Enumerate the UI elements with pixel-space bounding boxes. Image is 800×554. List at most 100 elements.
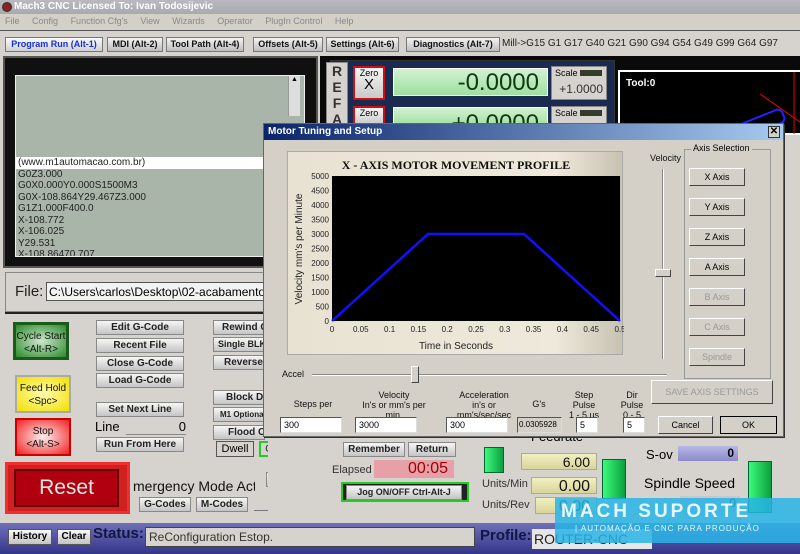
tab-program-run[interactable]: Program Run (Alt-1) [5, 37, 103, 52]
elapsed-label: Elapsed [332, 464, 372, 476]
c-axis-button[interactable]: C Axis [689, 318, 745, 336]
x-tick-label: 0.1 [384, 325, 396, 334]
ref-all-button[interactable]: REFA [326, 62, 348, 127]
scale-x-value[interactable]: +1.0000 [559, 82, 603, 96]
close-icon[interactable]: ✕ [768, 126, 780, 138]
acceleration-input[interactable]: 300 [446, 417, 508, 433]
dro-x-value[interactable]: -0.0000 [393, 68, 548, 96]
gcode-line[interactable]: G1Z1.000F400.0 [16, 203, 304, 215]
single-block-button[interactable]: Single BLK [213, 337, 265, 352]
reset-button[interactable]: Reset [14, 469, 119, 507]
recent-file-button[interactable]: Recent File [96, 338, 184, 353]
gcode-line[interactable]: X-106.025 [16, 226, 304, 238]
velocity-field-label-1: Velocity [378, 390, 410, 400]
y-tick-label: 2000 [311, 259, 329, 268]
steps-per-input[interactable]: 300 [280, 417, 342, 433]
x-axis-button[interactable]: X Axis [689, 168, 745, 186]
menu-config[interactable]: Config [32, 16, 58, 26]
save-axis-settings-button[interactable]: SAVE AXIS SETTINGS [651, 380, 773, 404]
gcode-listing[interactable]: (www.m1automacao.com.br) G0Z3.000 G0X0.0… [15, 75, 305, 257]
accel-slider-track[interactable] [312, 374, 667, 376]
gcodes-button[interactable]: G-Codes [139, 497, 191, 512]
window-title: Mach3 CNC Licensed To: Ivan Todosijevic [14, 1, 214, 12]
menu-file[interactable]: File [5, 16, 20, 26]
x-tick-label: 0.25 [468, 325, 484, 334]
rewind-button[interactable]: Rewind Ctrl-W [213, 320, 265, 335]
cycle-start-button[interactable]: Cycle Start <Alt-R> [13, 322, 69, 360]
spindle-axis-button[interactable]: Spindle [689, 348, 745, 366]
set-next-line-button[interactable]: Set Next Line [96, 402, 184, 417]
y-axis-label: Velocity mm's per Minute [294, 193, 305, 304]
tab-mdi[interactable]: MDI (Alt-2) [107, 37, 163, 52]
file-path: C:\Users\carlos\Desktop\02-acabamento [46, 282, 266, 301]
gcode-line[interactable]: X-108.772 [16, 215, 304, 227]
step-pulse-input[interactable]: 5 [576, 417, 598, 433]
y-axis-button[interactable]: Y Axis [689, 198, 745, 216]
spindle-override-value[interactable]: 0 [678, 446, 738, 461]
gcode-line[interactable]: G0X-108.864Y29.467Z3.000 [16, 192, 304, 204]
dialog-titlebar[interactable]: Motor Tuning and Setup ✕ [264, 124, 783, 140]
menu-help[interactable]: Help [335, 16, 354, 26]
close-gcode-button[interactable]: Close G-Code [96, 356, 184, 371]
menu-wizards[interactable]: Wizards [172, 16, 205, 26]
zero-x-button[interactable]: Zero X [353, 66, 385, 100]
gcode-line[interactable]: G0X0.000Y0.000S1500M3 [16, 180, 304, 192]
x-tick-label: 0.45 [583, 325, 599, 334]
cancel-button[interactable]: Cancel [658, 416, 713, 434]
clear-button[interactable]: Clear [57, 529, 91, 545]
tab-settings[interactable]: Settings (Alt-6) [326, 37, 399, 52]
dir-pulse-input[interactable]: 5 [623, 417, 645, 433]
tab-tool-path[interactable]: Tool Path (Alt-4) [166, 37, 244, 52]
y-tick-label: 5000 [311, 172, 329, 181]
step-pulse-label-1: Step Pulse [572, 390, 596, 410]
scale-y-led [580, 110, 602, 116]
z-axis-button[interactable]: Z Axis [689, 228, 745, 246]
motor-tuning-dialog: Motor Tuning and Setup ✕ X - AXIS MOTOR … [263, 123, 784, 437]
edit-gcode-button[interactable]: Edit G-Code [96, 320, 184, 335]
gcode-line[interactable]: Y29.531 [16, 238, 304, 250]
velocity-input[interactable]: 3000 [355, 417, 417, 433]
gcode-line[interactable]: G0Z3.000 [16, 169, 304, 181]
screen-tabs: Program Run (Alt-1) MDI (Alt-2) Tool Pat… [0, 30, 800, 54]
gcode-scrollbar[interactable]: ▲ [288, 76, 300, 116]
run-from-here-button[interactable]: Run From Here [96, 437, 184, 452]
b-axis-button[interactable]: B Axis [689, 288, 745, 306]
flood-button[interactable]: Flood Ctrl-F [213, 425, 265, 440]
gcode-line[interactable]: X-108.86470.707 [16, 249, 304, 256]
elapsed-value: 00:05 [374, 460, 454, 478]
m1-optional-stop-button[interactable]: M1 Optional Stop [213, 407, 265, 422]
y-tick-label: 500 [316, 303, 330, 312]
ok-button[interactable]: OK [720, 416, 777, 434]
remember-button[interactable]: Remember [343, 442, 405, 457]
feedrate-override-led [602, 459, 626, 499]
jog-toggle-button[interactable]: Jog ON/OFF Ctrl-Alt-J [346, 485, 462, 500]
load-gcode-button[interactable]: Load G-Code [96, 373, 184, 388]
menu-operator[interactable]: Operator [217, 16, 253, 26]
history-button[interactable]: History [8, 529, 52, 545]
status-message: ReConfiguration Estop. [145, 527, 475, 547]
accel-slider-thumb[interactable] [411, 366, 420, 383]
feedrate-value[interactable]: 6.00 [521, 453, 597, 470]
tab-offsets[interactable]: Offsets (Alt-5) [253, 37, 323, 52]
mcodes-button[interactable]: M-Codes [196, 497, 248, 512]
x-tick-label: 0.2 [442, 325, 454, 334]
feed-hold-button[interactable]: Feed Hold <Spc> [15, 375, 71, 413]
block-delete-button[interactable]: Block Delete [213, 390, 265, 405]
cycle-start-label: Cycle Start [16, 331, 66, 342]
menu-plugin-control[interactable]: PlugIn Control [265, 16, 322, 26]
a-axis-button[interactable]: A Axis [689, 258, 745, 276]
gcode-line-current[interactable]: (www.m1automacao.com.br) [16, 157, 304, 169]
velocity-slider-track[interactable] [662, 169, 664, 359]
velocity-slider-thumb[interactable] [655, 269, 671, 278]
stop-button[interactable]: Stop <Alt-S> [15, 418, 71, 456]
menu-function-cfgs[interactable]: Function Cfg's [71, 16, 128, 26]
reverse-run-button[interactable]: Reverse Run [213, 355, 265, 370]
steps-per-label: Steps per [293, 399, 333, 409]
scroll-up-icon[interactable]: ▲ [289, 76, 300, 83]
menu-view[interactable]: View [140, 16, 159, 26]
line-value[interactable]: 0 [126, 419, 186, 435]
units-rev-label: Units/Rev [482, 499, 530, 511]
feedrate-led [484, 447, 504, 473]
return-button[interactable]: Return [408, 442, 456, 457]
tab-diagnostics[interactable]: Diagnostics (Alt-7) [406, 37, 500, 52]
